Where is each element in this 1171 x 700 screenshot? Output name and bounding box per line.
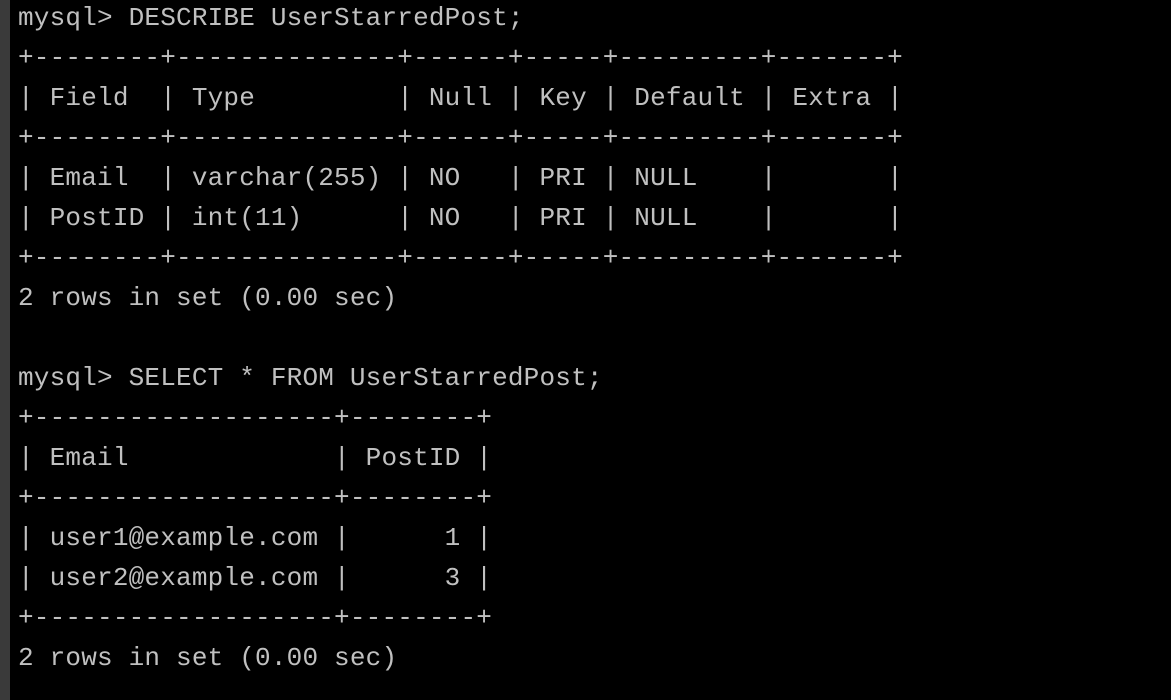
window-left-border <box>0 0 10 700</box>
describe-border-top: +--------+--------------+------+-----+--… <box>18 43 903 73</box>
terminal-window[interactable]: mysql> DESCRIBE UserStarredPost; +------… <box>10 0 1171 700</box>
describe-row-email: | Email | varchar(255) | NO | PRI | NULL… <box>18 163 903 193</box>
select-row-2: | user2@example.com | 3 | <box>18 563 493 593</box>
select-row-1: | user1@example.com | 1 | <box>18 523 493 553</box>
terminal-output: mysql> DESCRIBE UserStarredPost; +------… <box>10 0 1171 680</box>
describe-row-count: 2 rows in set (0.00 sec) <box>18 283 398 313</box>
select-border-top: +-------------------+--------+ <box>18 403 493 433</box>
select-header-row: | Email | PostID | <box>18 443 493 473</box>
select-border-mid: +-------------------+--------+ <box>18 483 493 513</box>
prompt-select: mysql> SELECT * FROM UserStarredPost; <box>18 363 603 393</box>
describe-border-mid: +--------+--------------+------+-----+--… <box>18 123 903 153</box>
select-row-count: 2 rows in set (0.00 sec) <box>18 643 398 673</box>
describe-header-row: | Field | Type | Null | Key | Default | … <box>18 83 903 113</box>
select-border-bottom: +-------------------+--------+ <box>18 603 493 633</box>
prompt-describe: mysql> DESCRIBE UserStarredPost; <box>18 3 524 33</box>
describe-row-postid: | PostID | int(11) | NO | PRI | NULL | | <box>18 203 903 233</box>
describe-border-bottom: +--------+--------------+------+-----+--… <box>18 243 903 273</box>
